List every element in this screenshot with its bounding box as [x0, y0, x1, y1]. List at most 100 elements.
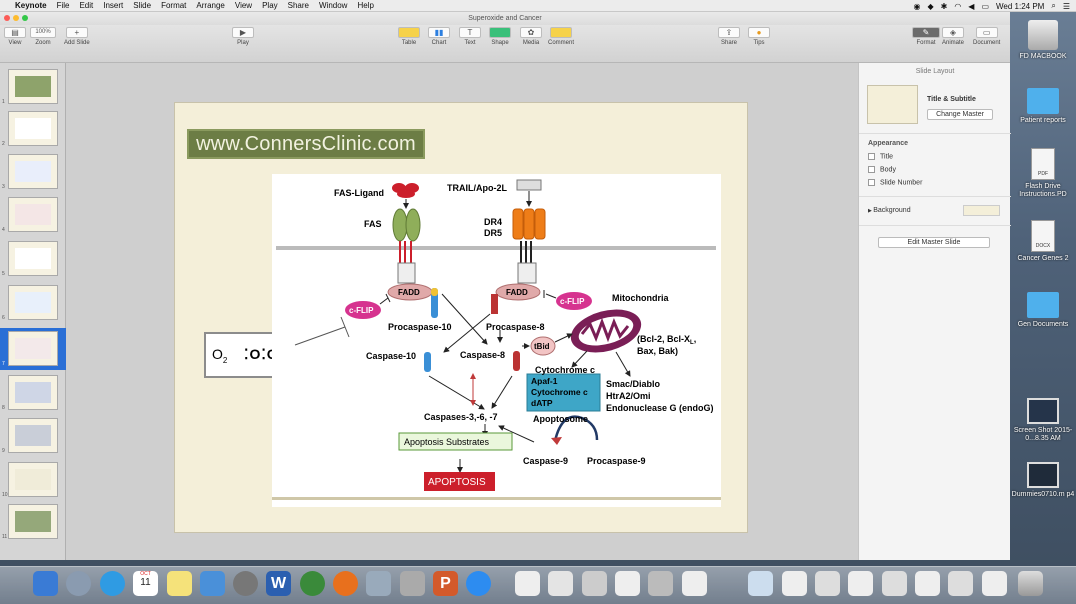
dock-document-13-icon[interactable]: [948, 571, 973, 596]
share-button[interactable]: ⇪ Share: [718, 27, 740, 46]
document-button[interactable]: ▭ Document: [973, 27, 1000, 46]
launchpad-icon[interactable]: [66, 571, 91, 596]
slide-number-checkbox-row[interactable]: Slide Number: [868, 179, 922, 186]
wifi-icon[interactable]: ◠: [954, 2, 961, 11]
slide-thumbnail-11[interactable]: [8, 504, 58, 539]
slide-canvas[interactable]: www.ConnersClinic.com O2 ⁚O⁚O⁚ FAS-Ligan…: [66, 63, 858, 560]
battery-icon[interactable]: ▭: [981, 2, 989, 11]
slide-thumbnail-1[interactable]: [8, 69, 58, 104]
menu-share[interactable]: Share: [283, 1, 314, 10]
text-button[interactable]: T Text: [459, 27, 481, 46]
slide-number-checkbox[interactable]: [868, 179, 875, 186]
dock-document-12-icon[interactable]: [915, 571, 940, 596]
animate-button[interactable]: ◈ Animate: [942, 27, 964, 46]
bluetooth-icon[interactable]: ✱: [941, 2, 948, 11]
finder-icon[interactable]: [33, 571, 58, 596]
preview-icon[interactable]: [366, 571, 391, 596]
zoom-app-icon[interactable]: [466, 571, 491, 596]
dock-document-11-icon[interactable]: [882, 571, 907, 596]
table-button[interactable]: Table: [398, 27, 420, 46]
format-button[interactable]: ✎ Format: [912, 27, 940, 46]
slide-navigator[interactable]: 1 2 3 4 5 6 7 8 9 10 11: [0, 63, 66, 560]
dock-document-8-icon[interactable]: [782, 571, 807, 596]
notes-icon[interactable]: [167, 571, 192, 596]
desktop-icon-flash-drive-pdf[interactable]: PDF Flash Drive Instructions.PD: [1010, 148, 1076, 199]
menu-window[interactable]: Window: [314, 1, 352, 10]
current-slide[interactable]: www.ConnersClinic.com O2 ⁚O⁚O⁚ FAS-Ligan…: [174, 102, 748, 533]
slide-thumbnail-5[interactable]: [8, 241, 58, 276]
menu-format[interactable]: Format: [156, 1, 191, 10]
title-checkbox-row[interactable]: Title: [868, 153, 893, 160]
keynote-dock-icon[interactable]: [200, 571, 225, 596]
dock-document-5-icon[interactable]: [648, 571, 673, 596]
view-button[interactable]: ▤ View: [4, 27, 26, 46]
trash-icon[interactable]: [1018, 571, 1043, 596]
dock-document-9-icon[interactable]: [815, 571, 840, 596]
zoom-window-button[interactable]: [22, 15, 28, 21]
powerpoint-icon[interactable]: P: [433, 571, 458, 596]
menu-app-keynote[interactable]: Keynote: [10, 1, 52, 10]
dock-document-2-icon[interactable]: [548, 571, 573, 596]
body-checkbox-row[interactable]: Body: [868, 166, 896, 173]
menu-view[interactable]: View: [230, 1, 257, 10]
desktop-icon-dummies-video[interactable]: Dummies0710.m p4: [1010, 462, 1076, 499]
menu-clock[interactable]: Wed 1:24 PM: [996, 2, 1044, 11]
slide-thumbnail-7[interactable]: [6, 329, 60, 368]
word-icon[interactable]: W: [266, 571, 291, 596]
close-window-button[interactable]: [4, 15, 10, 21]
edit-master-slide-button[interactable]: Edit Master Slide: [878, 237, 990, 248]
dock-document-6-icon[interactable]: [682, 571, 707, 596]
safari-icon[interactable]: [100, 571, 125, 596]
menu-help[interactable]: Help: [352, 1, 378, 10]
dock-document-14-icon[interactable]: [982, 571, 1007, 596]
spotlight-icon[interactable]: ⌕: [1051, 1, 1055, 11]
desktop-icon-screen-shot[interactable]: Screen Shot 2015-0...8.35 AM: [1010, 398, 1076, 443]
menu-slide[interactable]: Slide: [128, 1, 156, 10]
globe-app-icon[interactable]: [300, 571, 325, 596]
slide-thumbnail-8[interactable]: [8, 375, 58, 410]
volume-icon[interactable]: ◀: [968, 2, 974, 11]
desktop-icon-patient-reports[interactable]: Patient reports: [1010, 88, 1076, 125]
menu-play[interactable]: Play: [257, 1, 283, 10]
dock-document-3-icon[interactable]: [582, 571, 607, 596]
media-button[interactable]: ✿ Media: [520, 27, 542, 46]
title-checkbox[interactable]: [868, 153, 875, 160]
background-color-well[interactable]: [963, 205, 1000, 216]
slide-thumbnail-9[interactable]: [8, 418, 58, 453]
website-banner[interactable]: www.ConnersClinic.com: [187, 129, 425, 159]
dock-document-4-icon[interactable]: [615, 571, 640, 596]
comment-button[interactable]: Comment: [548, 27, 574, 46]
dropbox-icon[interactable]: ◆: [927, 2, 933, 11]
body-checkbox[interactable]: [868, 166, 875, 173]
screen-record-icon[interactable]: ◉: [913, 2, 920, 11]
calendar-icon[interactable]: OCT 11: [133, 571, 158, 596]
slide-thumbnail-4[interactable]: [8, 197, 58, 232]
change-master-button[interactable]: Change Master: [927, 109, 993, 120]
dock-document-1-icon[interactable]: [515, 571, 540, 596]
dock-document-10-icon[interactable]: [848, 571, 873, 596]
firefox-icon[interactable]: [333, 571, 358, 596]
minimize-window-button[interactable]: [13, 15, 19, 21]
desktop-icon-fd-macbook[interactable]: FD MACBOOK: [1010, 20, 1076, 61]
menu-edit[interactable]: Edit: [74, 1, 98, 10]
tips-button[interactable]: ● Tips: [748, 27, 770, 46]
slide-thumbnail-2[interactable]: [8, 111, 58, 146]
shape-button[interactable]: Shape: [489, 27, 511, 46]
chart-button[interactable]: ▮▮ Chart: [428, 27, 450, 46]
notification-center-icon[interactable]: ☰: [1063, 2, 1070, 11]
menu-file[interactable]: File: [52, 1, 75, 10]
background-disclosure[interactable]: ▶ Background: [868, 207, 911, 214]
slide-thumbnail-10[interactable]: [8, 462, 58, 497]
master-thumbnail[interactable]: [867, 85, 918, 124]
slide-thumbnail-3[interactable]: [8, 154, 58, 189]
desktop-icon-gen-documents[interactable]: Gen Documents: [1010, 292, 1076, 329]
system-preferences-icon[interactable]: [233, 571, 258, 596]
add-slide-button[interactable]: + Add Slide: [64, 27, 90, 46]
slide-thumbnail-6[interactable]: [8, 285, 58, 320]
dock-document-7-icon[interactable]: [748, 571, 773, 596]
menu-insert[interactable]: Insert: [98, 1, 128, 10]
desktop-icon-cancer-genes[interactable]: DOCX Cancer Genes 2: [1010, 220, 1076, 263]
menu-arrange[interactable]: Arrange: [191, 1, 229, 10]
play-button[interactable]: ▶ Play: [232, 27, 254, 46]
zoom-control[interactable]: 100% Zoom: [30, 27, 56, 46]
